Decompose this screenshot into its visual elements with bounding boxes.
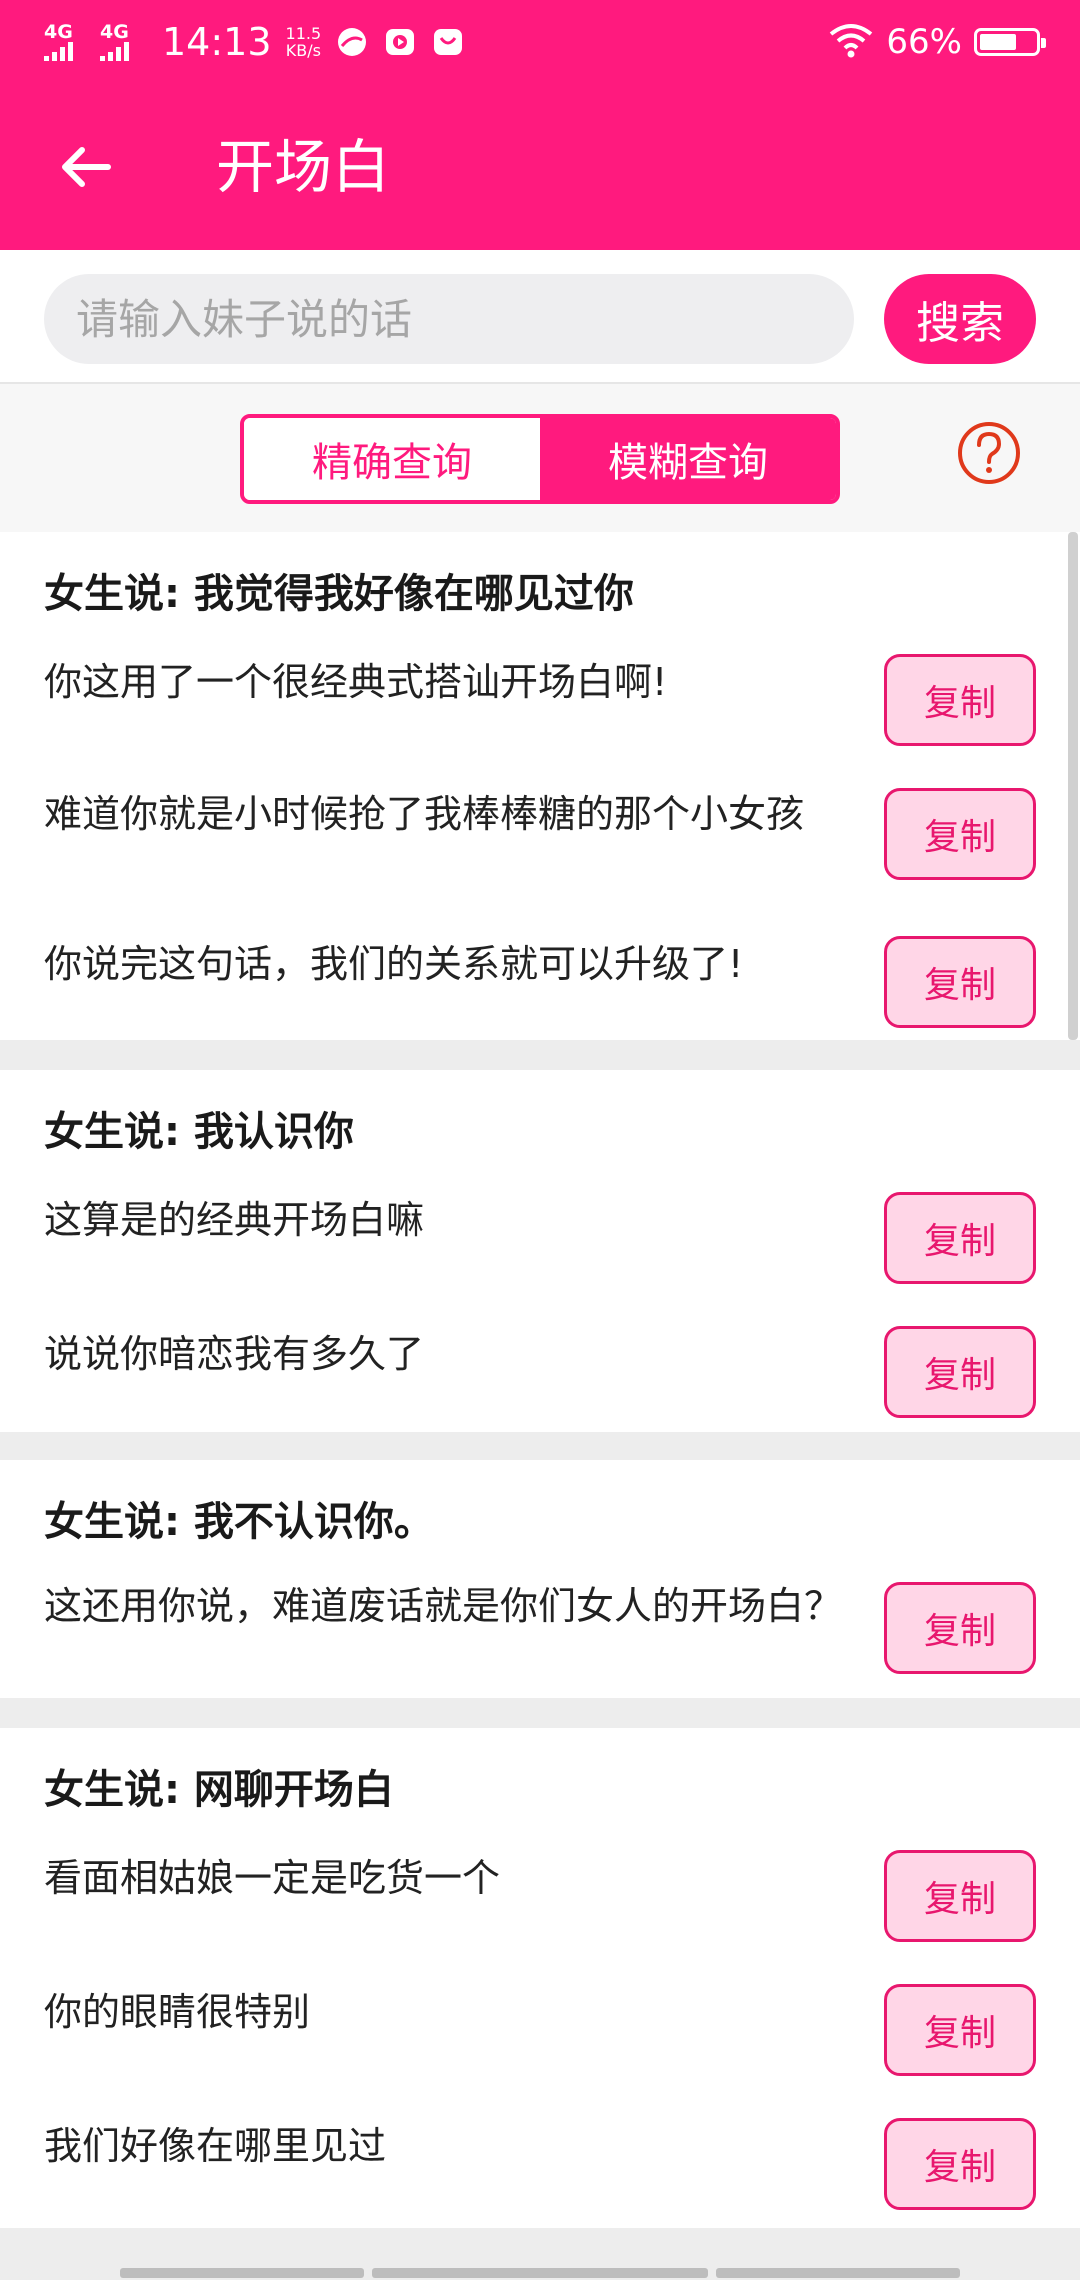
copy-button[interactable]: 复制 [884, 1850, 1036, 1942]
battery-percent: 66% [886, 22, 962, 62]
signal-bars-icon [100, 41, 129, 61]
search-bar: 搜索 [0, 250, 1080, 384]
status-time: 14:13 [162, 20, 272, 64]
copy-button[interactable]: 复制 [884, 654, 1036, 746]
signal-bars-icon [44, 41, 73, 61]
question-icon [958, 422, 1020, 484]
group-card: 女生说: 我觉得我好像在哪见过你 你这用了一个很经典式搭讪开场白啊! 复制 难道… [0, 532, 1080, 1040]
copy-button[interactable]: 复制 [884, 1326, 1036, 1418]
group-card: 女生说: 我不认识你。 这还用你说，难道废话就是你们女人的开场白？ 复制 [0, 1460, 1080, 1698]
reply-text: 你的眼睛很特别 [44, 1990, 311, 2034]
help-button[interactable] [956, 420, 1022, 486]
copy-button[interactable]: 复制 [884, 788, 1036, 880]
network-speed: 11.5 KB/s [286, 25, 322, 59]
bottom-tab-strip [0, 2248, 1080, 2280]
battery-icon [974, 28, 1046, 56]
copy-button[interactable]: 复制 [884, 936, 1036, 1028]
exact-query-tab[interactable]: 精确查询 [244, 418, 540, 500]
group-title: 女生说: 我不认识你。 [44, 1499, 434, 1545]
bottom-tab-indicator[interactable] [372, 2268, 708, 2278]
list-scrollbar[interactable] [1068, 532, 1078, 1040]
copy-button[interactable]: 复制 [884, 2118, 1036, 2210]
search-button[interactable]: 搜索 [884, 274, 1036, 364]
signal-sim2: 4G [100, 23, 146, 61]
group-card: 女生说: 网聊开场白 看面相姑娘一定是吃货一个 复制 你的眼睛很特别 复制 我们… [0, 1728, 1080, 2228]
reply-text: 说说你暗恋我有多久了 [44, 1332, 425, 1376]
arrow-left-icon [62, 147, 111, 187]
signal-sim1: 4G [44, 23, 90, 61]
app-bar: 4G 4G 14:13 11.5 KB/s 66% 开场白 [0, 0, 1080, 250]
back-button[interactable] [52, 132, 122, 202]
network-speed-unit: KB/s [285, 41, 321, 60]
fuzzy-query-tab[interactable]: 模糊查询 [540, 418, 836, 500]
network-type-2: 4G [100, 21, 129, 43]
bottom-tab-indicator[interactable] [120, 2268, 364, 2278]
copy-button[interactable]: 复制 [884, 1582, 1036, 1674]
search-input[interactable] [44, 274, 854, 364]
group-title: 女生说: 网聊开场白 [44, 1767, 394, 1813]
toolbar: 开场白 [0, 84, 1080, 250]
reply-text: 难道你就是小时候抢了我棒棒糖的那个小女孩 [44, 792, 805, 836]
status-bar: 4G 4G 14:13 11.5 KB/s 66% [0, 0, 1080, 84]
wifi-icon [828, 22, 874, 62]
copy-button[interactable]: 复制 [884, 1984, 1036, 2076]
message-notification-icon [431, 25, 465, 59]
opening-lines-list[interactable]: 女生说: 我觉得我好像在哪见过你 你这用了一个很经典式搭讪开场白啊! 复制 难道… [0, 532, 1080, 2280]
group-title: 女生说: 我认识你 [44, 1109, 354, 1155]
query-mode-row: 精确查询 模糊查询 [0, 384, 1080, 532]
notification-app-icon [335, 25, 369, 59]
reply-text: 我们好像在哪里见过 [44, 2124, 387, 2168]
reply-text: 你说完这句话，我们的关系就可以升级了! [44, 942, 744, 986]
copy-button[interactable]: 复制 [884, 1192, 1036, 1284]
query-mode-toggle: 精确查询 模糊查询 [240, 414, 840, 504]
group-title: 女生说: 我觉得我好像在哪见过你 [44, 571, 634, 617]
video-notification-icon [383, 25, 417, 59]
reply-text: 这还用你说，难道废话就是你们女人的开场白？ [44, 1584, 843, 1628]
page-title: 开场白 [216, 133, 391, 201]
group-card: 女生说: 我认识你 这算是的经典开场白嘛 复制 说说你暗恋我有多久了 复制 [0, 1070, 1080, 1432]
reply-text: 你这用了一个很经典式搭讪开场白啊! [44, 660, 668, 704]
reply-text: 看面相姑娘一定是吃货一个 [44, 1856, 501, 1900]
reply-text: 这算是的经典开场白嘛 [44, 1198, 425, 1242]
bottom-tab-indicator[interactable] [716, 2268, 960, 2278]
network-speed-value: 11.5 [285, 24, 322, 43]
network-type-1: 4G [44, 21, 73, 43]
